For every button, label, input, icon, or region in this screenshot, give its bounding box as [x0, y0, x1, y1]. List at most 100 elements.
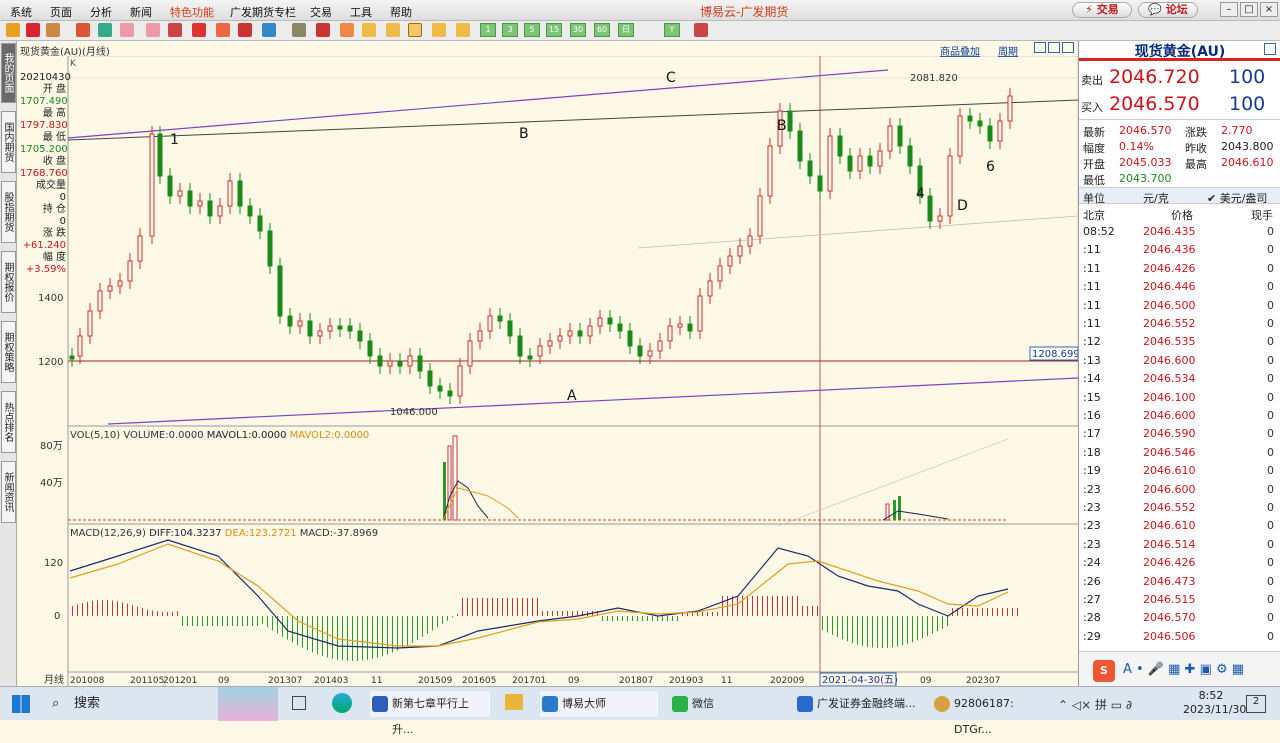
start-icon[interactable] — [12, 695, 30, 713]
quote-panel-close-icon[interactable] — [1264, 43, 1276, 55]
macd-bar — [817, 606, 818, 616]
macd-bar — [652, 616, 653, 621]
macd-bar — [1007, 608, 1008, 616]
menu-features[interactable]: 特色功能 — [170, 4, 214, 20]
tick-volume: 0 — [1267, 261, 1274, 275]
zoom-in-icon[interactable] — [120, 23, 134, 37]
kline-chart[interactable]: K 1400 1200 1208.699 2081.820 1046.000 C… — [18, 56, 1078, 686]
macd-bar — [647, 616, 648, 621]
tab-index-futures[interactable]: 股指期货 — [1, 181, 16, 243]
ime-icons[interactable]: A • 🎤 ▦ ✚ ▣ ⚙ ▦ — [1123, 662, 1244, 677]
new-icon[interactable] — [262, 23, 276, 37]
period-1-button[interactable]: 1 — [480, 23, 496, 37]
tick-volume: 0 — [1267, 556, 1274, 570]
tab-my-page[interactable]: 我的页面 — [1, 43, 16, 103]
period-15-button[interactable]: 15 — [546, 23, 562, 37]
minimize-icon[interactable]: – — [1220, 2, 1238, 17]
zoom-out-icon[interactable] — [146, 23, 160, 37]
macd-bar — [972, 608, 973, 616]
tick-volume: 0 — [1267, 372, 1274, 386]
layout-icon[interactable] — [168, 23, 182, 37]
quote-stats: 最新 2046.570 涨跌 2.770 幅度 0.14% 昨收 2043.800 开盘 2045… — [1079, 121, 1280, 187]
city-badge-icon[interactable] — [218, 687, 278, 721]
tab-option-strategy[interactable]: 期权策略 — [1, 321, 16, 383]
filter-icon[interactable] — [238, 23, 252, 37]
eraser-icon[interactable] — [216, 23, 230, 37]
macd-bar — [982, 608, 983, 616]
home-icon[interactable] — [26, 23, 40, 37]
tick-time: :15 — [1083, 390, 1101, 404]
forum-button[interactable]: 💬 论坛 — [1138, 2, 1198, 18]
settings-icon[interactable] — [694, 23, 708, 37]
search-box[interactable]: ⌕ 搜索 — [44, 691, 224, 717]
menu-page[interactable]: 页面 — [50, 4, 72, 20]
taskbar-app-wechat[interactable]: 微信 — [670, 691, 780, 717]
back-icon[interactable] — [6, 23, 20, 37]
tab-hot-rank[interactable]: 热点排名 — [1, 391, 16, 453]
close-icon[interactable]: × — [1260, 2, 1278, 17]
taskbar-app-qq[interactable]: 92806187: DTGr... — [932, 691, 1052, 736]
tab-news[interactable]: 新闻资讯 — [1, 461, 16, 523]
expand-icon[interactable] — [1034, 42, 1046, 53]
macd-bar — [567, 611, 568, 616]
candle-body — [517, 335, 523, 357]
period-3-button[interactable]: 3 — [502, 23, 518, 37]
sogou-icon[interactable]: S — [1093, 660, 1115, 682]
tray-icons[interactable]: ⌃ ◁× 拼 ▭ ∂ — [1058, 696, 1132, 713]
chart-icon[interactable] — [316, 23, 330, 37]
menu-news[interactable]: 新闻 — [130, 4, 152, 20]
menu-tools[interactable]: 工具 — [350, 4, 372, 20]
kline-icon[interactable] — [340, 23, 354, 37]
taskbar-app-gf[interactable]: 广发证券金融终端... — [795, 691, 923, 717]
period-60-button[interactable]: 60 — [594, 23, 610, 37]
tab-option-quotes[interactable]: 期权报价 — [1, 251, 16, 313]
menu-analysis[interactable]: 分析 — [90, 4, 112, 20]
period-5-button[interactable]: 5 — [524, 23, 540, 37]
macd-bar — [907, 616, 908, 644]
macd-bar — [842, 616, 843, 640]
menu-help[interactable]: 帮助 — [390, 4, 412, 20]
unit-alt-toggle[interactable]: ✔ 美元/盎司 — [1207, 190, 1267, 206]
taskbar-app-boyi[interactable]: 博易大师 — [540, 691, 658, 717]
tick-row: :11 2046.552 0 — [1079, 315, 1280, 333]
menu-trade[interactable]: 交易 — [310, 4, 332, 20]
macd-bar — [642, 616, 643, 621]
season-icon[interactable] — [432, 23, 446, 37]
wave-label-6: 6 — [986, 159, 995, 175]
notification-icon[interactable]: 2 — [1246, 695, 1266, 713]
tick-volume: 0 — [1267, 464, 1274, 478]
week-icon[interactable] — [386, 23, 400, 37]
candle-body — [857, 155, 863, 172]
edge-icon[interactable] — [332, 693, 352, 713]
year-icon[interactable] — [456, 23, 470, 37]
menu-system[interactable]: 系统 — [10, 4, 32, 20]
info-change-label: 涨 跌 — [42, 228, 66, 239]
month-icon[interactable] — [408, 23, 422, 37]
screen-icon[interactable] — [76, 23, 90, 37]
day-icon[interactable] — [362, 23, 376, 37]
info-low: 1705.200 — [20, 144, 68, 155]
period-day-button[interactable]: 日 — [618, 23, 634, 37]
clock-time[interactable]: 8:52 — [1183, 689, 1239, 703]
tick-price: 2046.446 — [1143, 280, 1196, 294]
taskbar-app-word[interactable]: 新第七章平行上升... — [370, 691, 490, 736]
menu-gf-column[interactable]: 广发期货专栏 — [230, 4, 296, 20]
task-view-icon[interactable] — [292, 696, 306, 710]
restore-icon[interactable] — [1048, 42, 1060, 53]
tick-volume: 0 — [1267, 409, 1274, 422]
period-y-button[interactable]: Y — [664, 23, 680, 37]
explorer-icon[interactable] — [505, 694, 523, 710]
info-high: 1797.830 — [20, 120, 68, 131]
refresh-icon[interactable] — [98, 23, 112, 37]
tab-domestic-futures[interactable]: 国内期货 — [1, 111, 16, 173]
table-icon[interactable] — [292, 23, 306, 37]
trade-button[interactable]: ⚡ 交易 — [1072, 2, 1132, 18]
draw-icon[interactable] — [192, 23, 206, 37]
period-30-button[interactable]: 30 — [570, 23, 586, 37]
candle-body — [987, 125, 993, 142]
maximize-icon[interactable]: □ — [1240, 2, 1258, 17]
folder-icon[interactable] — [46, 23, 60, 37]
buy-label: 买入 — [1081, 101, 1103, 114]
clock-date[interactable]: 2023/11/30 — [1183, 703, 1246, 717]
panel-close-icon[interactable] — [1062, 42, 1074, 53]
